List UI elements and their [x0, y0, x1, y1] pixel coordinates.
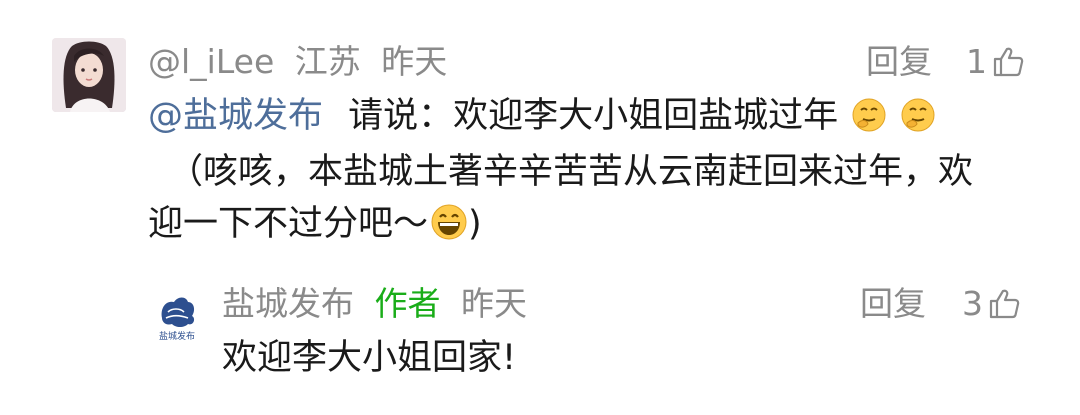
author-badge: 作者	[374, 284, 441, 323]
comment-line-3: 迎一下不过分吧～ )	[148, 200, 482, 248]
comment-location: 江苏	[294, 42, 361, 81]
thinking-face-icon	[901, 98, 935, 132]
comment-mention-link[interactable]: @盐城发布	[148, 96, 323, 136]
reply-like-count: 3	[962, 284, 983, 323]
comment-user-name[interactable]: @l_iLee	[148, 42, 274, 81]
reply-user-name[interactable]: 盐城发布	[222, 284, 354, 323]
comment-like-button[interactable]: 1	[966, 42, 1025, 82]
comment-time: 昨天	[381, 42, 448, 81]
comment-line1-text: 请说：欢迎李大小姐回盐城过年	[348, 96, 839, 136]
comment-line-2: （咳咳，本盐城土著辛辛苦苦从云南赶回来过年，欢	[168, 152, 974, 192]
comment-reply-button[interactable]: 回复	[866, 42, 932, 82]
reply-like-button[interactable]: 3	[962, 284, 1021, 324]
comment-line3-text: 迎一下不过分吧～	[148, 204, 429, 244]
comment-line-1: @盐城发布 请说：欢迎李大小姐回盐城过年	[148, 92, 936, 140]
user-avatar-image	[52, 38, 126, 112]
avatar[interactable]	[52, 38, 126, 112]
thumbs-up-icon	[989, 289, 1020, 319]
comment-header: @l_iLee 江苏 昨天	[148, 42, 447, 82]
reply-time: 昨天	[461, 284, 527, 323]
thinking-face-icon	[852, 98, 886, 132]
comment-like-count: 1	[966, 42, 987, 81]
reply-reply-button[interactable]: 回复	[860, 284, 926, 324]
logo-text: 盐城发布	[159, 330, 195, 342]
reply-header: 盐城发布 作者 昨天	[222, 284, 527, 324]
grinning-face-icon	[431, 204, 467, 240]
reply-avatar[interactable]: 盐城发布	[150, 288, 204, 342]
thumbs-up-icon	[993, 47, 1024, 77]
comment-line3-end: )	[468, 204, 482, 244]
yancheng-logo-icon: 盐城发布	[159, 297, 195, 342]
reply-text: 欢迎李大小姐回家!	[222, 338, 517, 378]
